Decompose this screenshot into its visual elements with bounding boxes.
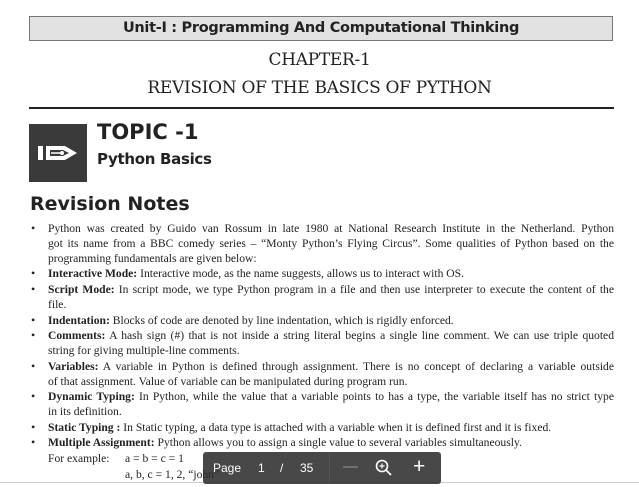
- pen-nib-icon: [29, 124, 87, 182]
- chapter-title: REVISION OF THE BASICS OF PYTHON: [147, 78, 492, 98]
- definition: In Python, while the value that a variab…: [134, 390, 614, 403]
- chapter-number: CHAPTER-1: [268, 50, 371, 70]
- note-script: Script Mode: In script mode, we type Pyt…: [48, 282, 614, 297]
- toolbar-divider: [329, 452, 330, 484]
- total-pages: 35: [300, 461, 314, 475]
- term: Static Typing :: [48, 421, 121, 434]
- definition: A variable in Python is defined through …: [98, 360, 614, 373]
- zoom-out-button[interactable]: —: [343, 458, 358, 475]
- revision-notes-heading: Revision Notes: [30, 193, 190, 215]
- note-comments: Comments: A hash sign (#) that is not in…: [48, 328, 614, 343]
- divider: [29, 107, 614, 109]
- note-interactive: Interactive Mode: Interactive mode, as t…: [48, 266, 614, 281]
- note-line: Python was created by Guido van Rossum i…: [48, 222, 614, 235]
- note-line: in its definition.: [48, 405, 122, 418]
- bullet: •: [31, 328, 36, 342]
- page-separator: /: [280, 461, 284, 475]
- term: Variables:: [48, 360, 99, 373]
- zoom-in-button[interactable]: +: [413, 455, 425, 479]
- bullet: •: [31, 221, 36, 235]
- bullet: •: [31, 313, 36, 327]
- bullet: •: [31, 282, 36, 296]
- definition: In script mode, we type Python program i…: [114, 283, 614, 296]
- term: Multiple Assignment:: [48, 436, 155, 449]
- note-line: got its name from a BBC comedy series – …: [48, 237, 614, 250]
- unit-header: Unit-I : Programming And Computational T…: [29, 16, 613, 41]
- bullet: •: [31, 359, 36, 373]
- topic-title: TOPIC -1: [97, 120, 199, 144]
- page-label: Page: [213, 461, 242, 475]
- definition: A hash sign (#) that is not inside a str…: [105, 329, 614, 342]
- bullet: •: [31, 420, 36, 434]
- term: Indentation:: [48, 314, 110, 327]
- note-line: file.: [48, 298, 67, 311]
- definition: In Static typing, a data type is attache…: [120, 421, 552, 434]
- term: Script Mode:: [48, 283, 115, 296]
- note-variables: Variables: A variable in Python is defin…: [48, 359, 614, 374]
- note-static: Static Typing : In Static typing, a data…: [48, 420, 614, 435]
- note-dynamic: Dynamic Typing: In Python, while the val…: [48, 389, 614, 404]
- note-indentation: Indentation: Blocks of code are denoted …: [48, 313, 614, 328]
- note-line: of that assignment. Value of variable ca…: [48, 375, 408, 388]
- bullet: •: [31, 266, 36, 280]
- definition: Interactive mode, as the name suggests, …: [137, 267, 464, 280]
- topic-subtitle: Python Basics: [97, 150, 212, 168]
- bullet: •: [31, 389, 36, 403]
- term: Comments:: [48, 329, 106, 342]
- note-line: string for giving multiple-line comments…: [48, 344, 240, 357]
- bullet: •: [31, 435, 36, 449]
- definition: Python allows you to assign a single val…: [154, 436, 522, 449]
- term: Interactive Mode:: [48, 267, 138, 280]
- current-page-input[interactable]: 1: [258, 461, 265, 475]
- zoom-icon[interactable]: [375, 459, 393, 480]
- note-multiple: Multiple Assignment: Python allows you t…: [48, 435, 614, 450]
- term: Dynamic Typing:: [48, 390, 135, 403]
- pdf-page-toolbar: Page 1 / 35 — +: [203, 452, 441, 484]
- definition: Blocks of code are denoted by line inden…: [109, 314, 454, 327]
- note-line: programming fundamentals are given below…: [48, 252, 257, 265]
